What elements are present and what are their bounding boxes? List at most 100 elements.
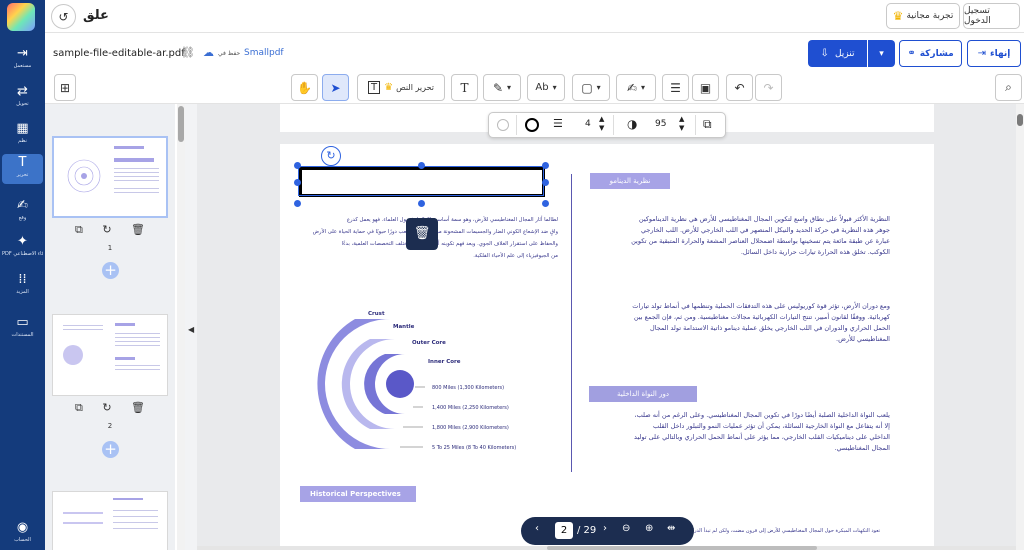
trash-icon[interactable]: 🗑 [131, 223, 145, 239]
resize-handle[interactable] [542, 200, 549, 207]
nav-organize[interactable]: ▦ نظم [2, 120, 43, 150]
divider [695, 115, 696, 135]
share-button[interactable]: ⚭ مشاركة [899, 40, 962, 67]
plus-icon: + [104, 440, 117, 458]
thumbnail-scrollbar[interactable] [177, 104, 185, 550]
service-label[interactable]: Smallpdf [244, 48, 284, 58]
download-options-button[interactable]: ▾ [868, 40, 895, 67]
nav-home[interactable]: ⇥ مستعمل [2, 45, 43, 75]
select-tool-button[interactable]: ➤ [322, 74, 349, 101]
text-icon: T [460, 80, 469, 95]
zoom-in-icon[interactable]: ⊕ [645, 523, 653, 534]
chevron-down-icon: ▾ [641, 83, 646, 92]
cloud-icon: ☁ [203, 46, 214, 59]
resize-handle[interactable] [294, 200, 301, 207]
nav-edit[interactable]: T تحرير [2, 154, 43, 184]
document-canvas: نظرية الدينامو النظرية الأكثر قبولاً على… [197, 104, 1024, 550]
page-thumbnail-3[interactable] [52, 491, 168, 550]
nav-sign[interactable]: ✍ وقع [2, 197, 43, 227]
vertical-scrollbar[interactable] [1016, 104, 1024, 550]
page-number: 2 [107, 422, 113, 430]
folder-icon: ▭ [16, 315, 29, 330]
fill-color-icon[interactable] [497, 119, 509, 131]
nav-documents[interactable]: ▭ المستندات [2, 314, 43, 344]
search-button[interactable]: ⌕ [995, 74, 1022, 101]
login-button[interactable]: تسجيل الدخول [963, 3, 1020, 29]
zoom-out-icon[interactable]: ⊖ [622, 523, 630, 534]
app-sidebar: ⇥مستعمل ⇄تحويل ▦نظم Tتحرير ✍وقع ✦PDF الذ… [0, 0, 45, 550]
resize-handle[interactable] [418, 200, 425, 207]
text-box-icon: T [368, 81, 381, 94]
nav-ai[interactable]: ✦PDF الذكاء الاصطناعي [2, 233, 43, 263]
nav-more[interactable]: ⁞⁞ المزيد [2, 271, 43, 301]
thumbnail-view-button[interactable]: ⊞ [54, 74, 76, 101]
hand-tool-button[interactable]: ✋ [291, 74, 318, 101]
finish-button[interactable]: ⇥ إنهاء [967, 40, 1021, 67]
file-name[interactable]: sample-file-editable-ar.pdf [53, 48, 185, 59]
shape-tool-button[interactable]: ▢ ▾ [572, 74, 610, 101]
smallpdf-logo-icon[interactable] [7, 3, 35, 31]
download-button[interactable]: ⇩ تنزيل [808, 40, 867, 67]
duplicate-icon[interactable]: ⧉ [703, 117, 712, 132]
scroll-thumb[interactable] [178, 106, 184, 142]
inner-core-label: Inner Core [428, 359, 461, 365]
collapse-panel-button[interactable]: ◀ [185, 104, 197, 550]
edit-text-button[interactable]: T ♛ تحرير النص [357, 74, 445, 101]
add-page-button[interactable]: + [102, 262, 119, 279]
page-preview [63, 323, 160, 370]
text-edit-icon: T [18, 155, 27, 170]
page-thumbnail-2[interactable] [52, 314, 168, 396]
chevron-down-icon: ▾ [552, 83, 557, 92]
rotate-handle[interactable]: ↻ [321, 146, 341, 166]
undo-button[interactable]: ↶ [726, 74, 753, 101]
nav-convert[interactable]: ⇄ تحويل [2, 83, 43, 113]
free-trial-button[interactable]: ♛ تجربة مجانية [886, 3, 960, 29]
pdf-page: نظرية الدينامو النظرية الأكثر قبولاً على… [280, 144, 934, 550]
resize-handle[interactable] [294, 162, 301, 169]
page-preview [63, 498, 158, 529]
resize-handle[interactable] [542, 162, 549, 169]
stroke-width-value[interactable]: 4 [585, 119, 591, 129]
duplicate-icon[interactable]: ⧉ [75, 401, 83, 417]
resize-handle[interactable] [294, 179, 301, 186]
nav-account[interactable]: ◉ الحساب [2, 519, 43, 549]
rotate-icon[interactable]: ↻ [102, 223, 111, 239]
duplicate-icon[interactable]: ⧉ [75, 223, 83, 239]
add-text-button[interactable]: T [451, 74, 478, 101]
scroll-thumb[interactable] [547, 546, 817, 550]
image-tool-button[interactable]: ▣ [692, 74, 719, 101]
fit-width-icon[interactable]: ⇹ [667, 523, 675, 534]
close-label[interactable]: علق [83, 8, 109, 23]
chevron-left-icon: ◀ [188, 325, 195, 334]
highlight-tool-button[interactable]: Ab ▾ [527, 74, 565, 101]
trash-icon[interactable]: 🗑 [131, 401, 145, 417]
thumbnail-actions: ⧉ ↻ 🗑 [75, 223, 145, 239]
opacity-stepper[interactable]: ▲ ▼ [679, 115, 684, 133]
prev-page-icon[interactable]: ‹ [535, 523, 539, 534]
stroke-color-icon[interactable] [525, 118, 539, 132]
page-input[interactable]: 2 [555, 522, 573, 539]
page-thumbnail-1[interactable] [52, 136, 168, 218]
account-icon: ◉ [16, 520, 29, 535]
next-page-icon[interactable]: › [603, 523, 607, 534]
opacity-value[interactable]: 95 [655, 119, 666, 129]
redo-button[interactable]: ↷ [755, 74, 782, 101]
signature-tool-button[interactable]: ✍ ▾ [616, 74, 656, 101]
delete-annotation-button[interactable]: 🗑 [406, 218, 438, 250]
page-number: 1 [107, 244, 113, 252]
undo-close-button[interactable]: ↺ [51, 4, 76, 29]
more-icon: ⁞⁞ [18, 272, 27, 287]
saved-in-label: حفظ في [218, 50, 241, 57]
add-page-button[interactable]: + [102, 441, 119, 458]
resize-handle[interactable] [418, 162, 425, 169]
redact-icon: ☰ [670, 80, 681, 95]
redact-tool-button[interactable]: ☰ [662, 74, 689, 101]
resize-handle[interactable] [542, 179, 549, 186]
rotate-icon[interactable]: ↻ [102, 401, 111, 417]
draw-tool-button[interactable]: ✎ ▾ [483, 74, 521, 101]
scroll-thumb[interactable] [1017, 114, 1023, 126]
stroke-width-stepper[interactable]: ▲ ▼ [599, 115, 604, 133]
horizontal-scrollbar[interactable] [197, 546, 1024, 550]
outer-core-label: Outer Core [412, 340, 446, 346]
unlink-icon[interactable]: ⛓ [181, 46, 195, 59]
